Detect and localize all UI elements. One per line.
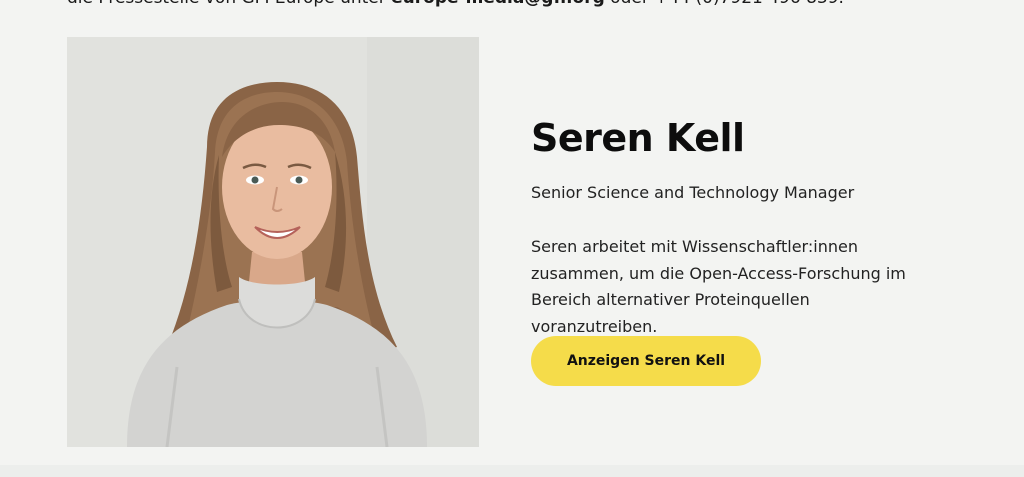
press-email-link[interactable]: europe-media@gfi.org: [391, 0, 605, 8]
view-profile-button[interactable]: Anzeigen Seren Kell: [531, 336, 761, 386]
intro-text: die Pressestelle von GFI Europe unter eu…: [67, 0, 844, 8]
profile-photo: [67, 37, 479, 447]
section-divider: [0, 465, 1024, 477]
profile-info: Seren Kell Senior Science and Technology…: [531, 112, 971, 340]
profile-role: Senior Science and Technology Manager: [531, 183, 855, 202]
intro-text-before: die Pressestelle von GFI Europe unter: [67, 0, 391, 8]
profile-name: Seren Kell: [531, 116, 745, 160]
page: die Pressestelle von GFI Europe unter eu…: [0, 0, 1024, 477]
intro-text-after: oder +44 (0)7921 496 839.: [605, 0, 844, 8]
profile-bio: Seren arbeitet mit Wissenschaftler:innen…: [531, 237, 906, 336]
